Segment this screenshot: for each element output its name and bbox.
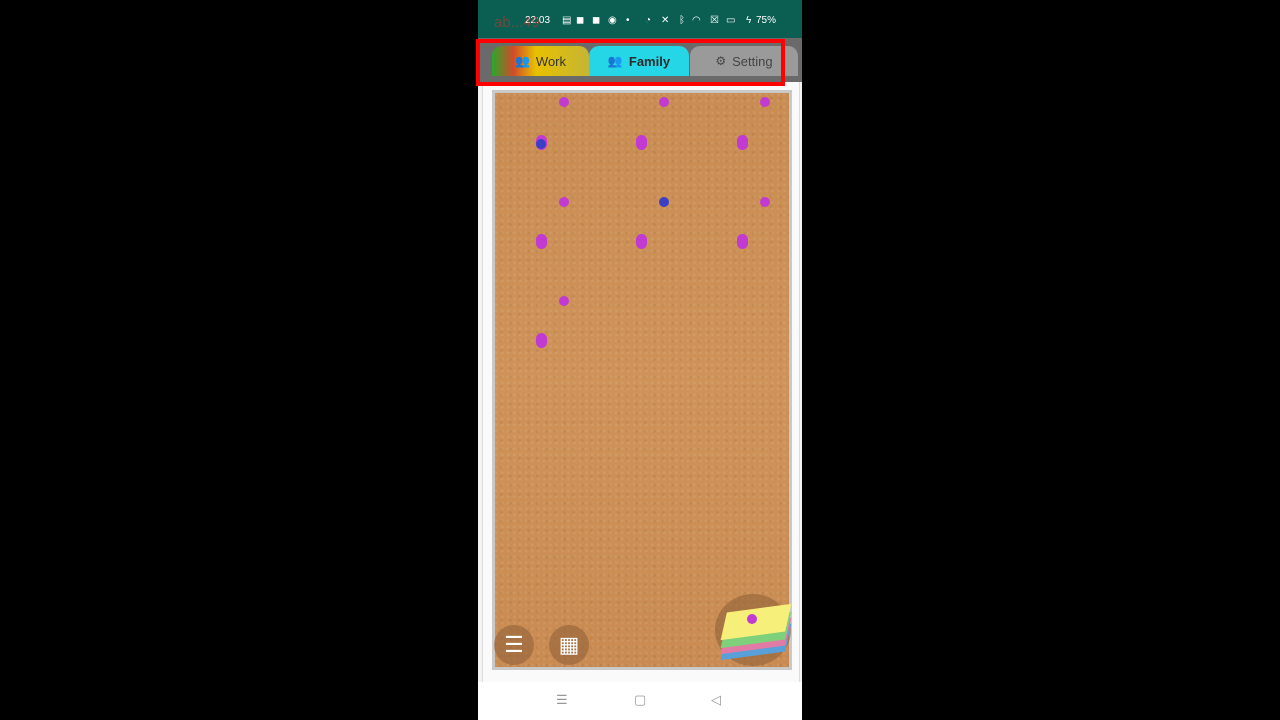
mute-icon: ✕: [661, 15, 670, 26]
app-icon: ◉: [608, 15, 617, 26]
overlay-watermark: ab...49: [494, 14, 540, 31]
dot-icon: •: [626, 15, 630, 26]
app-icon: ◼: [592, 15, 601, 26]
status-bar: 22:03 ▤ ◼ ◼ ◉ • ◔ ✕ ᛒ ◠ ☒ ▭ ϟ 75% ab...4…: [478, 0, 802, 38]
recents-button[interactable]: ☰: [556, 692, 568, 708]
touch-marker: [760, 97, 770, 107]
cork-board[interactable]: [492, 90, 792, 670]
box-icon: ☒: [710, 15, 719, 26]
phone-screen: 22:03 ▤ ◼ ◼ ◉ • ◔ ✕ ᛒ ◠ ☒ ▭ ϟ 75% ab...4…: [478, 0, 802, 720]
touch-marker: [536, 333, 547, 348]
touch-marker: [559, 296, 569, 306]
app-icon: ◼: [576, 15, 585, 26]
touch-marker: [536, 234, 547, 249]
board-frame: ☰ ▦: [482, 82, 800, 682]
menu-button[interactable]: ☰: [494, 625, 534, 665]
touch-marker: [747, 614, 757, 624]
menu-icon: ☰: [504, 632, 524, 657]
battery-icon: ▭: [726, 15, 736, 26]
message-icon: ▤: [562, 15, 572, 26]
system-nav-bar: ☰ ▢ ◁: [478, 682, 802, 720]
home-button[interactable]: ▢: [634, 692, 646, 708]
touch-marker: [737, 135, 748, 150]
touch-marker: [659, 97, 669, 107]
speed-icon: ◔: [645, 15, 652, 26]
add-note-button[interactable]: [715, 594, 792, 666]
back-button[interactable]: ◁: [711, 692, 721, 708]
touch-marker: [559, 197, 569, 207]
touch-marker: [659, 197, 669, 207]
wifi-icon: ◠: [692, 15, 701, 26]
bluetooth-icon: ᛒ: [679, 15, 685, 26]
touch-marker: [536, 139, 546, 149]
touch-marker: [760, 197, 770, 207]
calendar-icon: ▦: [558, 632, 580, 657]
calendar-button[interactable]: ▦: [549, 625, 589, 665]
battery-level: 75%: [756, 15, 777, 26]
charging-icon: ϟ: [746, 15, 752, 26]
touch-marker: [636, 234, 647, 249]
touch-marker: [636, 135, 647, 150]
highlight-box: [476, 39, 785, 86]
touch-marker: [737, 234, 748, 249]
touch-marker: [559, 97, 569, 107]
